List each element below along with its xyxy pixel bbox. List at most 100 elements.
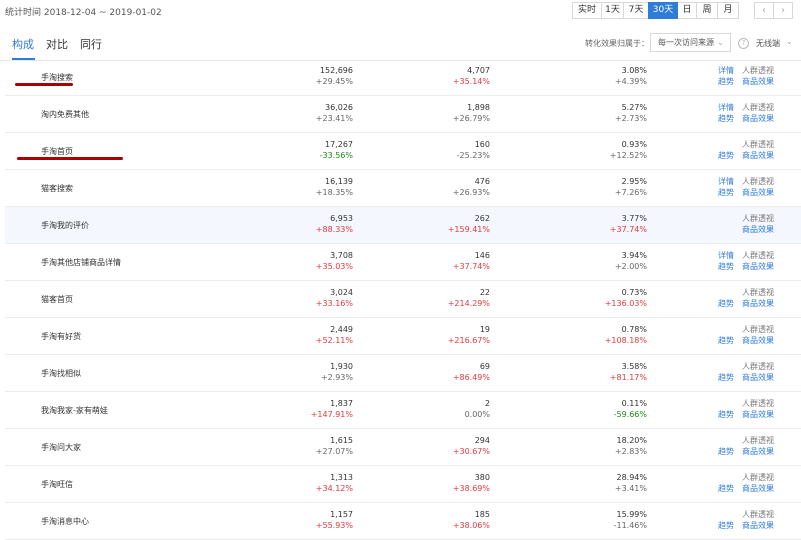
crowd-insight-link[interactable]: 人群透视 [742,102,774,113]
buyers-value: 1,898 [467,103,490,112]
buyers-value: 185 [474,510,490,519]
period-button-week[interactable]: 周 [696,2,718,19]
tab-composition[interactable]: 构成 [12,36,34,52]
period-button-day[interactable]: 日 [677,2,697,19]
conversion-rate-value: 3.08% [621,66,647,75]
trend-link[interactable]: 趋势 [718,446,734,457]
visitors-value: 1,837 [330,399,353,408]
goods-effect-link[interactable]: 商品效果 [742,150,774,161]
trend-link[interactable]: 趋势 [718,372,734,383]
crowd-insight-link[interactable]: 人群透视 [742,435,774,446]
trend-link[interactable]: 趋势 [718,76,734,87]
buyers-cell: 1,898 +26.79% [430,102,490,124]
visitors-cell: 6,953 +88.33% [293,213,353,235]
table-row: 手淘旺信 1,313 +34.12% 380 +38.69% 28.94% +3.41% 人群… [5,466,801,503]
visitors-change: +33.16% [315,299,353,308]
detail-link[interactable]: 详情 [718,102,734,113]
trend-link[interactable]: 趋势 [718,113,734,124]
trend-link[interactable]: 趋势 [718,520,734,531]
conversion-cell: 18.20% +2.83% [587,435,647,457]
crowd-insight-link[interactable]: 人群透视 [742,176,774,187]
crowd-insight-link[interactable]: 人群透视 [742,287,774,298]
buyers-change: +214.29% [447,299,490,308]
trend-link[interactable]: 趋势 [718,187,734,198]
detail-link[interactable]: 详情 [718,65,734,76]
period-button-realtime[interactable]: 实时 [572,2,602,19]
prev-period-icon[interactable]: ‹ [754,2,774,19]
crowd-insight-link[interactable]: 人群透视 [742,472,774,483]
detail-link[interactable]: 详情 [718,250,734,261]
conversion-rate-change: +12.52% [609,151,647,160]
table-row: 手淘找相似 1,930 +2.93% 69 +86.49% 3.58% +81.17% 人群透… [5,355,801,392]
visitors-cell: 1,930 +2.93% [293,361,353,383]
goods-effect-link[interactable]: 商品效果 [742,409,774,420]
buyers-cell: 19 +216.67% [430,324,490,346]
conversion-rate-change: +37.74% [609,225,647,234]
tab-peers[interactable]: 同行 [80,36,102,52]
period-button-month[interactable]: 月 [717,2,739,19]
trend-link[interactable]: 趋势 [718,150,734,161]
goods-effect-link[interactable]: 商品效果 [742,483,774,494]
trend-link[interactable]: 趋势 [718,409,734,420]
top-bar: 统计时间 2018-12-04 ~ 2019-01-02 实时 1天 7天 30… [0,0,801,22]
buyers-cell: 69 +86.49% [430,361,490,383]
buyers-cell: 476 +26.93% [430,176,490,198]
visitors-cell: 3,708 +35.03% [293,250,353,272]
visitors-value: 3,708 [330,251,353,260]
crowd-insight-link[interactable]: 人群透视 [742,509,774,520]
period-button-7day[interactable]: 7天 [623,2,649,19]
source-name: 手淘找相似 [41,369,81,378]
trend-link[interactable]: 趋势 [718,335,734,346]
trend-link[interactable]: 趋势 [718,298,734,309]
visitors-cell: 17,267 -33.56% [293,139,353,161]
tab-compare[interactable]: 对比 [46,36,68,52]
crowd-insight-link[interactable]: 人群透视 [742,361,774,372]
next-period-icon[interactable]: › [773,2,793,19]
source-name: 我淘我家-家有萌娃 [41,406,108,415]
conversion-rate-change: +2.83% [614,447,647,456]
crowd-insight-link[interactable]: 人群透视 [742,65,774,76]
source-name: 手淘其他店铺商品详情 [41,258,121,267]
buyers-change: 0.00% [464,410,490,419]
crowd-insight-link[interactable]: 人群透视 [742,139,774,150]
goods-effect-link[interactable]: 商品效果 [742,446,774,457]
conversion-rate-value: 28.94% [616,473,647,482]
buyers-cell: 22 +214.29% [430,287,490,309]
crowd-insight-link[interactable]: 人群透视 [742,324,774,335]
visitors-cell: 1,313 +34.12% [293,472,353,494]
goods-effect-link[interactable]: 商品效果 [742,224,774,235]
trend-link[interactable]: 趋势 [718,261,734,272]
goods-effect-link[interactable]: 商品效果 [742,187,774,198]
help-icon[interactable]: ? [738,38,749,49]
buyers-cell: 4,707 +35.14% [430,65,490,87]
buyers-cell: 262 +159.41% [430,213,490,235]
visitors-value: 16,139 [325,177,353,186]
buyers-cell: 294 +30.67% [430,435,490,457]
goods-effect-link[interactable]: 商品效果 [742,76,774,87]
terminal-select[interactable]: 无线端 [756,38,780,49]
conversion-cell: 2.95% +7.26% [587,176,647,198]
attribution-select[interactable]: 每一次访问来源 ⌄ [650,33,731,52]
goods-effect-link[interactable]: 商品效果 [742,372,774,383]
goods-effect-link[interactable]: 商品效果 [742,113,774,124]
period-button-30day[interactable]: 30天 [648,2,678,19]
visitors-value: 17,267 [325,140,353,149]
goods-effect-link[interactable]: 商品效果 [742,261,774,272]
conversion-rate-change: +81.17% [609,373,647,382]
buyers-value: 160 [474,140,490,149]
crowd-insight-link[interactable]: 人群透视 [742,213,774,224]
visitors-cell: 2,449 +52.11% [293,324,353,346]
conversion-cell: 0.11% -59.66% [587,398,647,420]
crowd-insight-link[interactable]: 人群透视 [742,250,774,261]
goods-effect-link[interactable]: 商品效果 [742,298,774,309]
trend-link[interactable]: 趋势 [718,483,734,494]
period-button-1day[interactable]: 1天 [601,2,624,19]
visitors-change: +2.93% [320,373,353,382]
source-table: 手淘搜索 152,696 +29.45% 4,707 +35.14% 3.08% +4.39… [5,59,801,540]
goods-effect-link[interactable]: 商品效果 [742,335,774,346]
crowd-insight-link[interactable]: 人群透视 [742,398,774,409]
visitors-cell: 16,139 +18.35% [293,176,353,198]
goods-effect-link[interactable]: 商品效果 [742,520,774,531]
visitors-change: +35.03% [315,262,353,271]
detail-link[interactable]: 详情 [718,176,734,187]
